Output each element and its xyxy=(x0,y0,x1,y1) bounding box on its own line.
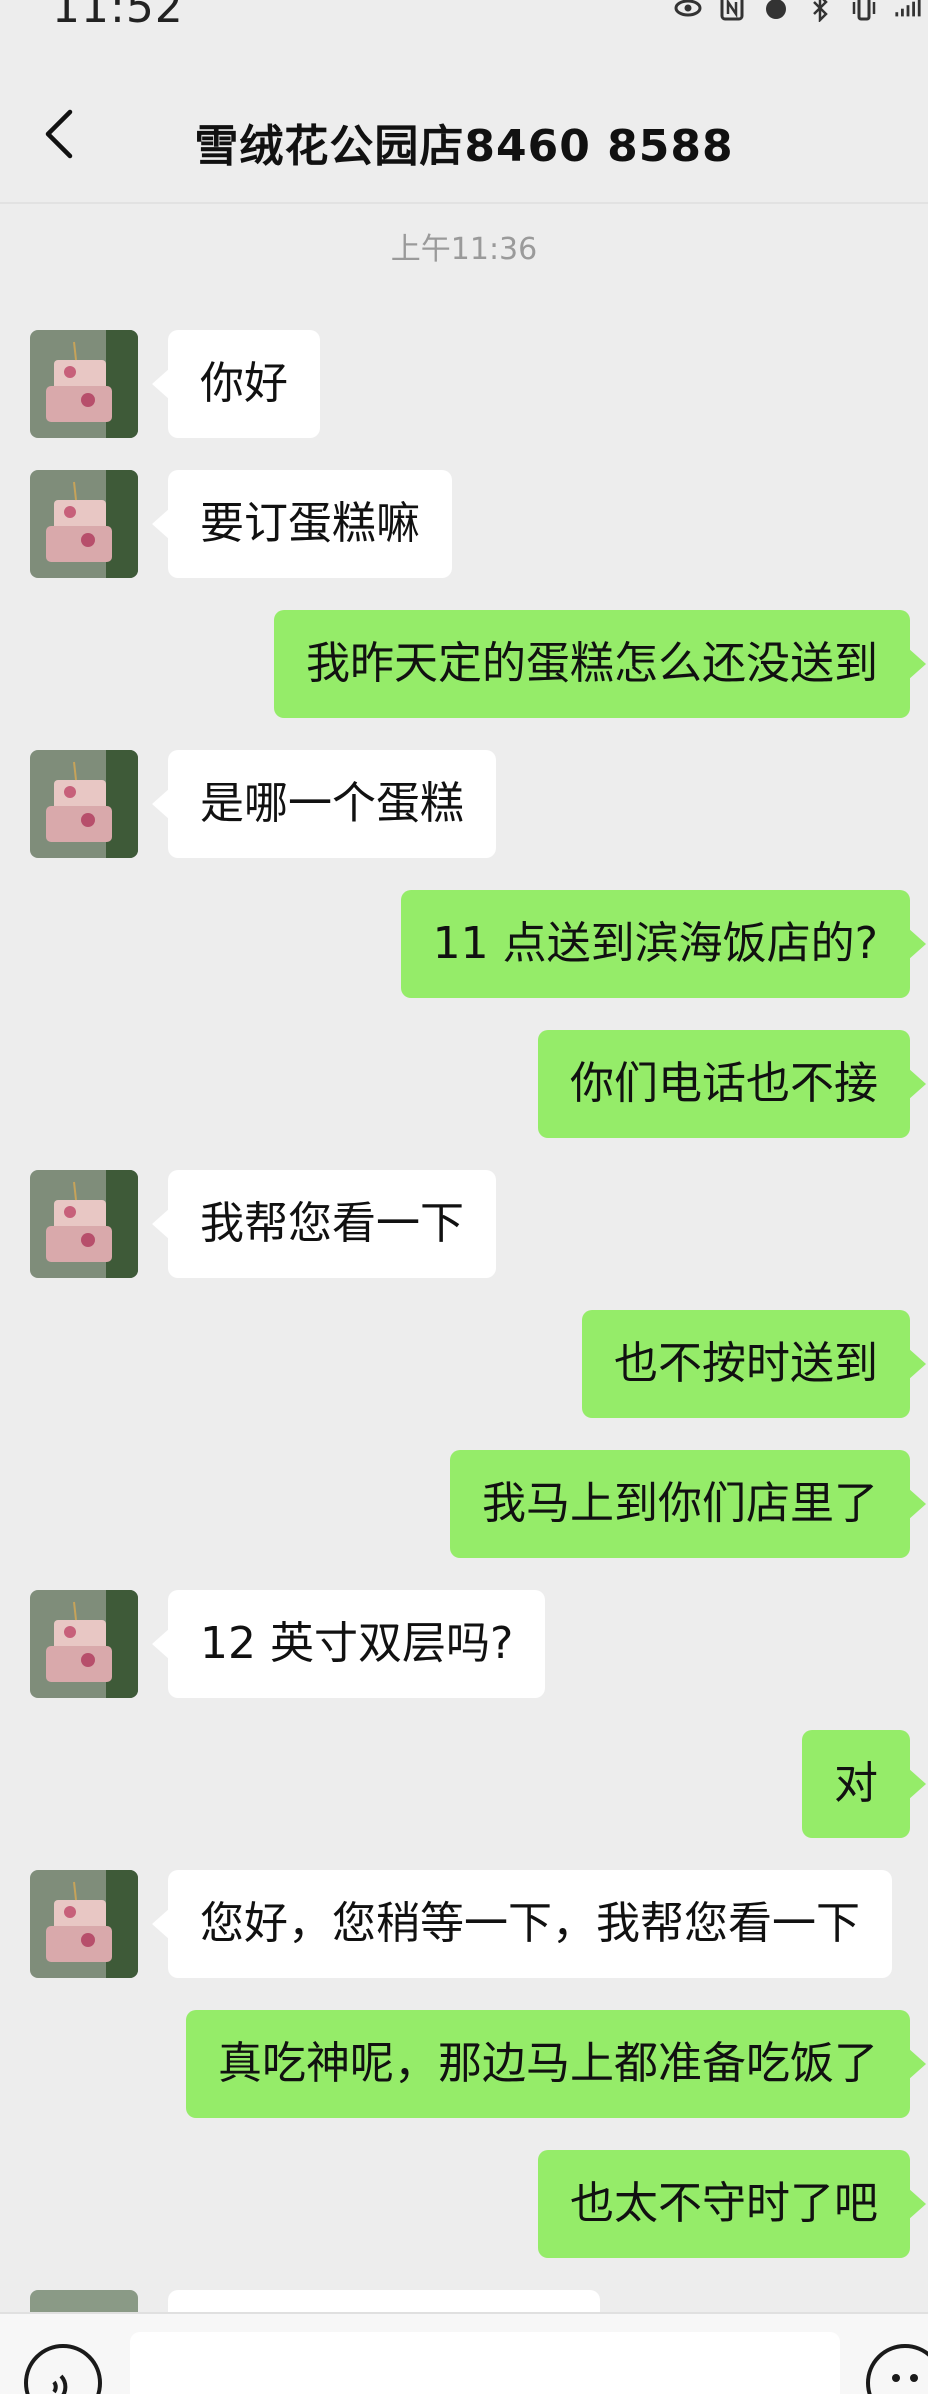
outgoing-message: 你们电话也不接 xyxy=(538,1030,926,1138)
alarm-icon xyxy=(766,0,786,19)
incoming-message: 您好，您稍等一下，我帮您看一下 xyxy=(152,1870,892,1978)
voice-icon xyxy=(52,2374,68,2394)
outgoing-message: 也太不守时了吧 xyxy=(538,2150,926,2258)
emoji-button[interactable] xyxy=(866,2344,928,2394)
signal-icon xyxy=(895,0,921,17)
incoming-message: 要订蛋糕嘛 xyxy=(152,470,452,578)
bluetooth-icon xyxy=(813,0,828,22)
outgoing-message: 我昨天定的蛋糕怎么还没送到 xyxy=(274,610,926,718)
contact-avatar[interactable] xyxy=(30,1170,138,1278)
contact-avatar[interactable] xyxy=(30,750,138,858)
nfc-icon xyxy=(720,0,744,21)
status-time: 11:52 xyxy=(52,0,184,33)
contact-avatar[interactable] xyxy=(30,470,138,578)
incoming-message: 你好 xyxy=(152,330,320,438)
status-bar: 11:52 xyxy=(0,0,928,40)
voice-button[interactable] xyxy=(24,2344,102,2394)
outgoing-message: 也不按时送到 xyxy=(582,1310,926,1418)
outgoing-message: 对 xyxy=(802,1730,926,1838)
outgoing-message: 11 点送到滨海饭店的? xyxy=(400,890,927,998)
vibrate-icon xyxy=(852,0,876,21)
incoming-message: 是哪一个蛋糕 xyxy=(152,750,496,858)
chat-header: 雪绒花公园店8460 8588 xyxy=(0,64,928,204)
contact-avatar[interactable] xyxy=(30,330,138,438)
input-bar xyxy=(0,2312,928,2394)
incoming-message: 12 英寸双层吗? xyxy=(151,1590,546,1698)
incoming-message: 我帮您看一下 xyxy=(152,1170,496,1278)
contact-avatar[interactable] xyxy=(30,1590,138,1698)
emoji-icon xyxy=(892,2374,918,2382)
outgoing-message: 真吃神呢，那边马上都准备吃饭了 xyxy=(186,2010,926,2118)
outgoing-message: 我马上到你们店里了 xyxy=(450,1450,926,1558)
contact-avatar[interactable] xyxy=(30,1870,138,1978)
message-timestamp: 上午11:36 xyxy=(390,232,538,267)
status-icons xyxy=(674,0,922,28)
chat-title: 雪绒花公园店8460 8588 xyxy=(194,121,734,172)
message-input[interactable] xyxy=(130,2332,840,2394)
eye-icon xyxy=(674,0,702,17)
